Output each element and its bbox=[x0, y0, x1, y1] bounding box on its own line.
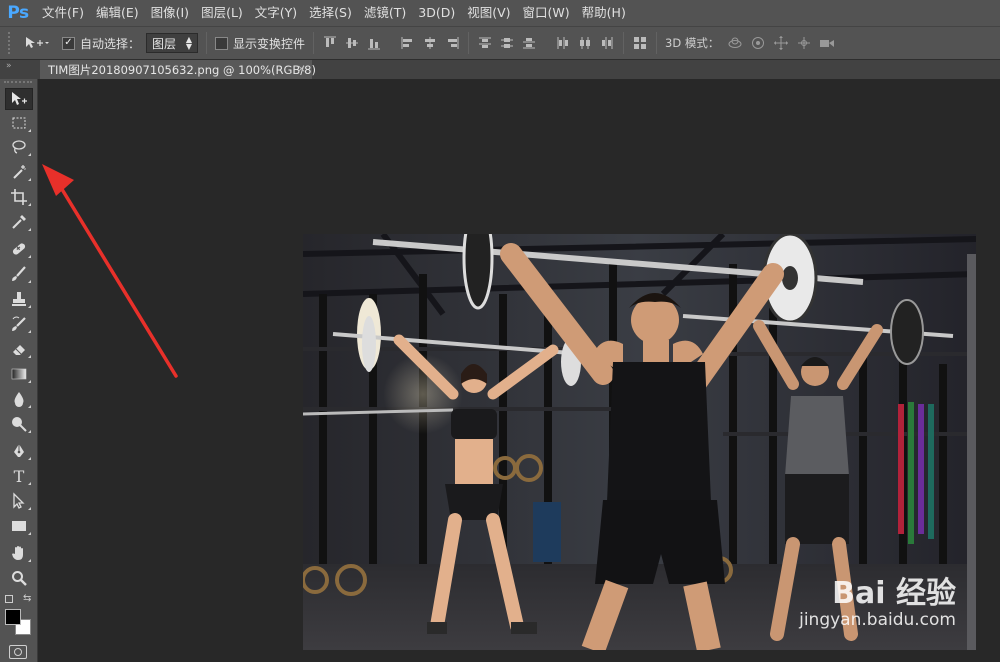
baidu-watermark: Bai 经验 jingyan.baidu.com bbox=[799, 568, 956, 630]
distribute-left-edges-icon[interactable] bbox=[555, 35, 571, 51]
tools-panel: T ⇆ bbox=[0, 79, 38, 662]
hand-tool-icon[interactable] bbox=[5, 542, 33, 564]
distribute-buttons-group bbox=[477, 35, 615, 51]
history-brush-tool-icon[interactable] bbox=[5, 313, 33, 335]
document-tab[interactable]: TIM图片20180907105632.png @ 100%(RGB/8) × bbox=[40, 60, 316, 79]
align-right-edges-icon[interactable] bbox=[444, 35, 460, 51]
separator bbox=[623, 32, 625, 54]
menu-view[interactable]: 视图(V) bbox=[461, 0, 516, 26]
menu-bar: Ps 文件(F) 编辑(E) 图像(I) 图层(L) 文字(Y) 选择(S) 滤… bbox=[0, 0, 1000, 26]
3d-scale-video-icon[interactable] bbox=[819, 35, 835, 51]
tool-preset-picker[interactable] bbox=[24, 35, 62, 51]
tools-panel-grip[interactable] bbox=[4, 81, 32, 85]
quick-mask-icon[interactable] bbox=[9, 645, 27, 659]
align-bottom-edges-icon[interactable] bbox=[366, 35, 382, 51]
show-transform-controls-checkbox[interactable] bbox=[215, 36, 229, 50]
path-selection-tool-icon[interactable] bbox=[5, 490, 33, 512]
default-colors-icon[interactable] bbox=[5, 595, 13, 603]
3d-orbit-icon[interactable] bbox=[727, 35, 743, 51]
crop-tool-icon[interactable] bbox=[5, 186, 33, 208]
brush-tool-icon[interactable] bbox=[5, 263, 33, 285]
menu-filter[interactable]: 滤镜(T) bbox=[358, 0, 412, 26]
align-top-edges-icon[interactable] bbox=[322, 35, 338, 51]
type-tool-icon[interactable]: T bbox=[5, 465, 33, 487]
auto-select-checkbox[interactable]: ✓ bbox=[62, 36, 75, 50]
foreground-color-swatch[interactable] bbox=[5, 609, 21, 625]
distribute-horizontal-centers-icon[interactable] bbox=[577, 35, 593, 51]
menu-layer[interactable]: 图层(L) bbox=[195, 0, 249, 26]
zoom-tool-icon[interactable] bbox=[5, 567, 33, 589]
document-tab-title: TIM图片20180907105632.png @ 100%(RGB/8) bbox=[48, 62, 316, 77]
separator bbox=[468, 32, 470, 54]
blur-tool-icon[interactable] bbox=[5, 388, 33, 410]
watermark-url: jingyan.baidu.com bbox=[799, 610, 956, 630]
document-tab-strip: » TIM图片20180907105632.png @ 100%(RGB/8) … bbox=[0, 60, 1000, 79]
move-tool-icon[interactable] bbox=[5, 88, 33, 110]
align-vertical-centers-icon[interactable] bbox=[344, 35, 360, 51]
align-left-edges-icon[interactable] bbox=[400, 35, 416, 51]
distribute-right-edges-icon[interactable] bbox=[599, 35, 615, 51]
move-tool-preset-icon bbox=[26, 37, 49, 48]
collapse-panel-icon[interactable]: » bbox=[6, 61, 12, 71]
dropdown-updown-icon: ▲ ▼ bbox=[185, 35, 193, 51]
auto-align-layers-icon[interactable] bbox=[632, 35, 648, 51]
close-tab-icon[interactable]: × bbox=[297, 62, 306, 75]
3d-roll-icon[interactable] bbox=[750, 35, 766, 51]
eraser-tool-icon[interactable] bbox=[5, 338, 33, 360]
auto-select-target-value: 图层 bbox=[152, 36, 177, 51]
pen-tool-icon[interactable] bbox=[5, 440, 33, 462]
menu-image[interactable]: 图像(I) bbox=[145, 0, 195, 26]
clone-stamp-tool-icon[interactable] bbox=[5, 288, 33, 310]
options-bar-grip[interactable] bbox=[8, 32, 14, 54]
distribute-vertical-centers-icon[interactable] bbox=[499, 35, 515, 51]
menu-file[interactable]: 文件(F) bbox=[36, 0, 90, 26]
menu-window[interactable]: 窗口(W) bbox=[517, 0, 576, 26]
menu-help[interactable]: 帮助(H) bbox=[576, 0, 632, 26]
menu-select[interactable]: 选择(S) bbox=[303, 0, 358, 26]
distribute-top-edges-icon[interactable] bbox=[477, 35, 493, 51]
align-horizontal-centers-icon[interactable] bbox=[422, 35, 438, 51]
swap-colors-icon[interactable]: ⇆ bbox=[23, 593, 31, 604]
color-swatches: ⇆ bbox=[3, 589, 35, 635]
watermark-brand: Bai 经验 bbox=[832, 576, 956, 611]
separator bbox=[656, 32, 658, 54]
3d-slide-icon[interactable] bbox=[796, 35, 812, 51]
eyedropper-tool-icon[interactable] bbox=[5, 211, 33, 233]
3d-pan-icon[interactable] bbox=[773, 35, 789, 51]
rectangular-marquee-tool-icon[interactable] bbox=[5, 112, 33, 134]
menu-edit[interactable]: 编辑(E) bbox=[90, 0, 145, 26]
photoshop-window: Ps 文件(F) 编辑(E) 图像(I) 图层(L) 文字(Y) 选择(S) 滤… bbox=[0, 0, 1000, 662]
3d-mode-label: 3D 模式： bbox=[665, 36, 720, 50]
rectangle-tool-icon[interactable] bbox=[5, 515, 33, 537]
separator bbox=[313, 32, 315, 54]
gradient-tool-icon[interactable] bbox=[5, 363, 33, 385]
dodge-tool-icon[interactable] bbox=[5, 413, 33, 435]
separator bbox=[206, 32, 208, 54]
options-bar: ✓ 自动选择： 图层 ▲ ▼ 显示变换控件 3D 模式： bbox=[0, 26, 1000, 60]
menu-3d[interactable]: 3D(D) bbox=[412, 0, 461, 26]
photoshop-logo: Ps bbox=[7, 3, 29, 23]
distribute-bottom-edges-icon[interactable] bbox=[521, 35, 537, 51]
show-transform-controls-label: 显示变换控件 bbox=[233, 36, 306, 51]
magic-wand-tool-icon[interactable] bbox=[5, 161, 33, 183]
auto-select-target-dropdown[interactable]: 图层 ▲ ▼ bbox=[146, 33, 199, 53]
healing-brush-tool-icon[interactable] bbox=[5, 238, 33, 260]
menu-type[interactable]: 文字(Y) bbox=[249, 0, 303, 26]
auto-select-label: 自动选择： bbox=[80, 36, 141, 51]
align-buttons-group bbox=[322, 35, 460, 51]
canvas-image[interactable]: Bai 经验 jingyan.baidu.com bbox=[303, 234, 976, 650]
lasso-tool-icon[interactable] bbox=[5, 136, 33, 158]
